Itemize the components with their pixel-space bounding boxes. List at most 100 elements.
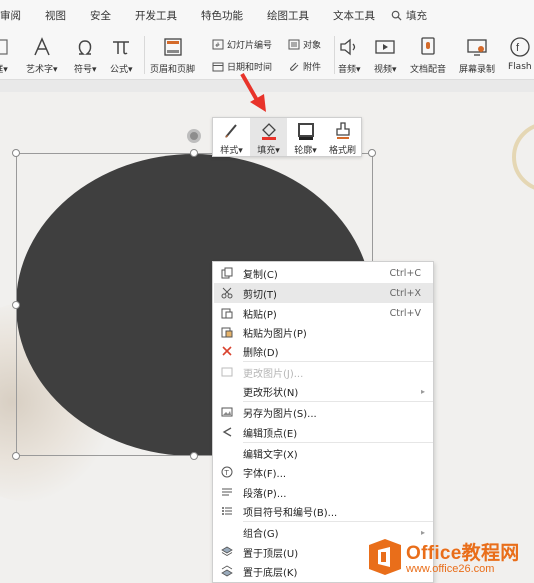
menu-item-paste-as-picture[interactable]: 粘贴为图片(P)	[214, 322, 433, 342]
watermark-title-cn: 教程网	[461, 543, 520, 564]
menu-label: 组合(G)	[243, 528, 279, 540]
svg-text:#: #	[215, 42, 220, 49]
menu-item-paste[interactable]: 粘贴(P) Ctrl+V	[214, 303, 433, 323]
menu-item-edit-points[interactable]: 编辑顶点(E)	[214, 422, 433, 442]
header-footer-label: 页眉和页脚	[150, 65, 196, 75]
resize-handle-top-left[interactable]	[12, 149, 20, 157]
brush-icon	[224, 124, 237, 138]
video-button[interactable]: 视频▾	[374, 36, 397, 75]
mini-style-button[interactable]: 样式▾	[213, 118, 250, 156]
audio-button[interactable]: 音频▾	[338, 36, 361, 75]
mini-format-painter-button[interactable]: 格式刷	[324, 118, 361, 156]
mini-outline-label: 轮廓	[294, 146, 313, 156]
flash-label: Flash	[508, 62, 532, 72]
mini-format-painter-label: 格式刷	[328, 146, 356, 156]
search-label: 填充	[406, 9, 427, 22]
menu-label: 更改图片(J)...	[243, 368, 304, 380]
pi-icon	[113, 41, 130, 55]
mini-toolbar: 样式▾ 填充▾ 轮廓▾ 格式刷	[212, 117, 362, 157]
tab-text-tools[interactable]: 文本工具	[321, 8, 387, 23]
menu-item-paragraph[interactable]: 段落(P)...	[214, 482, 433, 502]
search-icon	[391, 10, 402, 21]
art-text-label: 艺术字	[26, 65, 54, 75]
bullet-list-icon	[222, 507, 232, 515]
menu-item-edit-text[interactable]: 编辑文字(X)	[214, 443, 433, 463]
art-text-icon	[34, 37, 50, 56]
tab-developer[interactable]: 开发工具	[123, 8, 189, 23]
tab-security[interactable]: 安全	[78, 8, 123, 23]
flash-icon: f	[510, 37, 530, 57]
resize-handle-bottom[interactable]	[190, 452, 198, 460]
office26-watermark: Office教程网 www.office26.com	[368, 530, 534, 583]
resize-handle-left[interactable]	[12, 301, 20, 309]
paste-icon	[221, 308, 233, 319]
menu-label: 更改形状(N)	[243, 387, 299, 399]
doc-voice-icon	[421, 37, 435, 55]
menu-item-bullets[interactable]: 项目符号和编号(B)...	[214, 501, 433, 521]
speaker-icon	[340, 38, 356, 56]
menu-item-change-shape[interactable]: 更改形状(N) ▸	[214, 381, 433, 401]
menu-label: 编辑顶点(E)	[243, 428, 298, 440]
menu-label: 复制(C)	[243, 269, 278, 281]
send-to-back-icon	[221, 565, 233, 577]
video-label: 视频	[374, 65, 393, 75]
slide-decoration-ring	[512, 122, 534, 192]
menu-label: 另存为图片(S)...	[243, 408, 317, 420]
menu-shortcut: Ctrl+C	[389, 267, 422, 279]
menu-item-delete[interactable]: 删除(D)	[214, 341, 433, 361]
tab-features[interactable]: 特色功能	[189, 8, 255, 23]
slide-number-button[interactable]: # 幻灯片编号	[212, 38, 272, 51]
attachment-label: 附件	[303, 63, 322, 73]
tab-drawing-tools[interactable]: 绘图工具	[255, 8, 321, 23]
menu-item-save-as-picture[interactable]: 另存为图片(S)...	[214, 402, 433, 422]
slide-number-icon: #	[212, 39, 224, 50]
office-logo-icon	[369, 538, 401, 575]
rotate-handle[interactable]	[187, 129, 201, 143]
object-label: 对象	[303, 41, 322, 51]
outline-icon	[297, 123, 314, 140]
menu-shortcut: Ctrl+V	[389, 307, 421, 319]
toolbar-divider	[334, 36, 335, 74]
menu-label: 编辑文字(X)	[243, 449, 298, 461]
ribbon-tabs: 审阅 视图 安全 开发工具 特色功能 绘图工具 文本工具 填充	[0, 0, 534, 30]
paperclip-icon	[290, 62, 299, 71]
change-picture-icon	[221, 367, 233, 377]
resize-handle-top[interactable]	[190, 149, 198, 157]
watermark-title-en: Office	[406, 543, 462, 564]
mini-outline-button[interactable]: 轮廓▾	[287, 118, 324, 156]
object-icon	[288, 39, 300, 50]
tab-view[interactable]: 视图	[33, 8, 78, 23]
object-button[interactable]: 对象	[288, 38, 321, 51]
header-footer-icon	[163, 38, 182, 56]
menu-item-copy[interactable]: 复制(C) Ctrl+C	[214, 263, 433, 283]
menu-item-font[interactable]: T 字体(F)...	[214, 462, 433, 482]
resize-handle-bottom-left[interactable]	[12, 452, 20, 460]
flash-button[interactable]: f Flash	[508, 36, 532, 72]
symbol-button[interactable]: 符号▾	[74, 36, 97, 75]
doc-assistant-label: 文档配音	[410, 65, 447, 75]
attachment-button[interactable]: 附件	[288, 60, 321, 73]
submenu-arrow-icon: ▸	[420, 386, 425, 396]
header-footer-button[interactable]: 页眉和页脚	[150, 36, 195, 75]
menu-label: 字体(F)...	[243, 468, 287, 480]
mini-fill-button[interactable]: 填充▾	[250, 118, 287, 156]
frame-button[interactable]: 框▾	[0, 36, 10, 75]
menu-label: 置于顶层(U)	[243, 548, 299, 560]
formula-label: 公式	[110, 65, 129, 75]
screen-record-button[interactable]: 屏幕录制	[459, 36, 495, 75]
menu-label: 剪切(T)	[243, 289, 277, 301]
menu-item-cut[interactable]: 剪切(T) Ctrl+X	[214, 283, 433, 303]
red-pointer-arrow-icon	[240, 73, 266, 112]
menu-label: 删除(D)	[243, 347, 279, 359]
doc-assistant-button[interactable]: 文档配音	[410, 36, 446, 75]
paint-bucket-icon	[261, 123, 276, 140]
art-text-button[interactable]: 艺术字▾	[26, 36, 58, 75]
edit-points-icon	[222, 427, 232, 437]
copy-icon	[221, 267, 233, 279]
formula-button[interactable]: 公式▾	[110, 36, 133, 75]
screen-record-icon	[467, 39, 487, 56]
tab-review[interactable]: 审阅	[0, 8, 33, 23]
resize-handle-top-right[interactable]	[368, 149, 376, 157]
calendar-icon	[212, 62, 224, 72]
ribbon-search[interactable]: 填充	[391, 8, 427, 23]
